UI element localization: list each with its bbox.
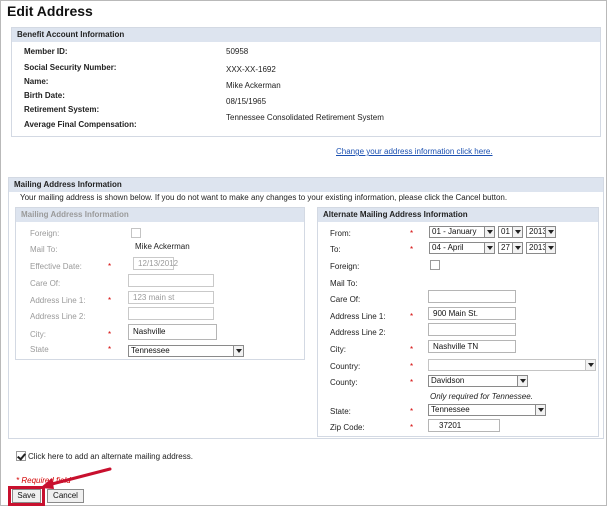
alt-state-select[interactable]: Tennessee bbox=[428, 404, 546, 416]
mailing-instruction: Your mailing address is shown below. If … bbox=[20, 193, 508, 202]
county-select[interactable]: Davidson bbox=[428, 375, 528, 387]
alt-state-label: State: bbox=[330, 407, 351, 416]
chevron-down-icon bbox=[484, 227, 494, 237]
country-required: * bbox=[410, 362, 414, 371]
current-city-label: City: bbox=[30, 330, 46, 339]
chevron-down-icon bbox=[517, 376, 527, 386]
current-effective-date-required: * bbox=[108, 262, 112, 271]
alt-address1-label: Address Line 1: bbox=[330, 312, 386, 321]
retirement-system-label: Retirement System: bbox=[24, 105, 100, 114]
ssn-label: Social Security Number: bbox=[24, 63, 117, 72]
current-address1-field: 123 main st bbox=[128, 291, 214, 304]
to-required: * bbox=[410, 245, 414, 254]
from-month-value: 01 - January bbox=[432, 227, 477, 236]
current-effective-date-label: Effective Date: bbox=[30, 262, 82, 271]
current-state-required: * bbox=[108, 345, 112, 354]
add-alternate-address-label: Click here to add an alternate mailing a… bbox=[28, 452, 193, 461]
alt-care-of-label: Care Of: bbox=[330, 295, 361, 304]
to-day-value: 27 bbox=[501, 243, 510, 252]
current-state-value: Tennessee bbox=[131, 346, 170, 355]
alt-address1-required: * bbox=[410, 312, 414, 321]
current-address1-label: Address Line 1: bbox=[30, 296, 86, 305]
chevron-down-icon bbox=[585, 360, 595, 370]
alt-address1-field[interactable]: 900 Main St. bbox=[428, 307, 516, 320]
chevron-down-icon bbox=[545, 243, 555, 253]
current-city-field: Nashville bbox=[128, 324, 217, 340]
current-care-of-label: Care Of: bbox=[30, 279, 61, 288]
current-address2-label: Address Line 2: bbox=[30, 312, 86, 321]
benefit-account-header: Benefit Account Information bbox=[12, 28, 600, 42]
current-mailing-header: Mailing Address Information bbox=[16, 208, 304, 222]
save-button[interactable]: Save bbox=[12, 489, 41, 503]
current-city-required: * bbox=[108, 330, 112, 339]
zip-label: Zip Code: bbox=[330, 423, 365, 432]
to-month-select[interactable]: 04 - April bbox=[429, 242, 495, 254]
change-address-link[interactable]: Change your address information click he… bbox=[336, 147, 493, 156]
county-required: * bbox=[410, 378, 414, 387]
from-day-select[interactable]: 01 bbox=[498, 226, 523, 238]
current-state-label: State bbox=[30, 345, 49, 354]
add-alternate-address-checkbox[interactable] bbox=[16, 451, 26, 461]
to-year-select[interactable]: 2013 bbox=[526, 242, 556, 254]
from-year-select[interactable]: 2013 bbox=[526, 226, 556, 238]
ssn-value: XXX-XX-1692 bbox=[226, 65, 276, 74]
to-day-select[interactable]: 27 bbox=[498, 242, 523, 254]
alt-city-label: City: bbox=[330, 345, 346, 354]
current-mail-to-value: Mike Ackerman bbox=[135, 242, 190, 251]
alt-mail-to-label: Mail To: bbox=[330, 279, 358, 288]
cancel-button[interactable]: Cancel bbox=[47, 489, 84, 503]
alt-address2-field[interactable] bbox=[428, 323, 516, 336]
name-value: Mike Ackerman bbox=[226, 81, 281, 90]
alt-care-of-field[interactable] bbox=[428, 290, 516, 303]
current-address1-required: * bbox=[108, 296, 112, 305]
alt-foreign-checkbox[interactable] bbox=[430, 260, 440, 270]
mailing-address-header: Mailing Address Information bbox=[9, 178, 603, 192]
from-day-value: 01 bbox=[501, 227, 510, 236]
chevron-down-icon bbox=[512, 243, 522, 253]
alternate-mailing-header: Alternate Mailing Address Information bbox=[318, 208, 598, 222]
country-select[interactable] bbox=[428, 359, 596, 371]
current-effective-date-field: 12/13/2012 bbox=[133, 257, 178, 270]
average-final-compensation-label: Average Final Compensation: bbox=[24, 120, 137, 129]
current-care-of-field bbox=[128, 274, 214, 287]
chevron-down-icon bbox=[545, 227, 555, 237]
from-label: From: bbox=[330, 229, 351, 238]
alt-city-required: * bbox=[410, 345, 414, 354]
county-note: Only required for Tennessee. bbox=[430, 392, 533, 401]
current-foreign-label: Foreign: bbox=[30, 229, 60, 238]
county-value: Davidson bbox=[431, 376, 465, 385]
page-title: Edit Address bbox=[7, 3, 93, 19]
to-month-value: 04 - April bbox=[432, 243, 464, 252]
current-foreign-checkbox bbox=[131, 228, 141, 238]
retirement-system-value: Tennessee Consolidated Retirement System bbox=[226, 113, 384, 122]
alt-address2-label: Address Line 2: bbox=[330, 328, 386, 337]
alt-city-field[interactable]: Nashville TN bbox=[428, 340, 516, 353]
chevron-down-icon bbox=[535, 405, 545, 415]
from-month-select[interactable]: 01 - January bbox=[429, 226, 495, 238]
current-address2-field bbox=[128, 307, 214, 320]
from-required: * bbox=[410, 229, 414, 238]
chevron-down-icon bbox=[512, 227, 522, 237]
zip-field[interactable]: 37201 bbox=[428, 419, 500, 432]
alt-foreign-label: Foreign: bbox=[330, 262, 360, 271]
chevron-down-icon bbox=[484, 243, 494, 253]
chevron-down-icon bbox=[233, 346, 243, 356]
birth-date-value: 08/15/1965 bbox=[226, 97, 267, 106]
alt-state-value: Tennessee bbox=[431, 405, 470, 414]
zip-required: * bbox=[410, 423, 414, 432]
to-label: To: bbox=[330, 245, 341, 254]
alt-state-required: * bbox=[410, 407, 414, 416]
country-label: Country: bbox=[330, 362, 361, 371]
member-id-value: 50958 bbox=[226, 47, 249, 56]
current-state-select: Tennessee bbox=[128, 345, 244, 357]
county-label: County: bbox=[330, 378, 358, 387]
name-label: Name: bbox=[24, 77, 49, 86]
member-id-label: Member ID: bbox=[24, 47, 68, 56]
birth-date-label: Birth Date: bbox=[24, 91, 65, 100]
current-mail-to-label: Mail To: bbox=[30, 245, 58, 254]
